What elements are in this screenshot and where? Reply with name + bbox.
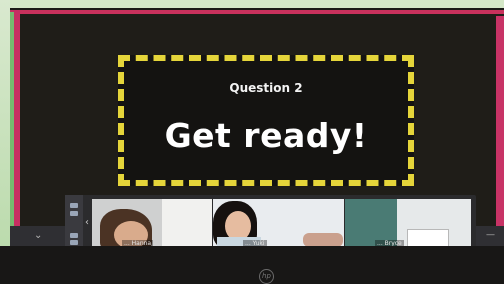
question-label: Question 2 — [229, 81, 303, 95]
chevron-left-icon[interactable]: ‹ — [85, 217, 89, 228]
gallery-view-icon[interactable] — [70, 240, 78, 245]
gallery-sidebar — [65, 195, 83, 252]
top-light-border — [0, 0, 504, 8]
bottom-bezel — [0, 246, 504, 284]
more-options-icon[interactable]: — — [486, 230, 495, 240]
left-light-border — [0, 0, 10, 284]
get-ready-heading: Get ready! — [164, 116, 368, 155]
video-tile[interactable]: ... Hanna — [92, 199, 212, 251]
chevron-down-icon[interactable]: ⌄ — [34, 230, 42, 241]
gallery-view-icon[interactable] — [70, 233, 78, 238]
background-shelf — [162, 199, 212, 251]
hp-logo-icon: hp — [259, 269, 274, 284]
video-tile[interactable]: ... Bryce — [345, 199, 471, 251]
question-banner: Question 2 Get ready! — [118, 55, 414, 186]
participant-arm — [303, 233, 343, 247]
laptop-screen-photo: Question 2 Get ready! ⌄ — ‹ ... Hanna ..… — [0, 0, 504, 284]
slide-edge-green-left — [10, 12, 14, 250]
gallery-view-icon[interactable] — [70, 203, 78, 208]
slide-edge-pink-right — [496, 16, 504, 246]
gallery-view-icon[interactable] — [70, 211, 78, 216]
video-tile[interactable]: ... Yuki — [213, 199, 344, 251]
